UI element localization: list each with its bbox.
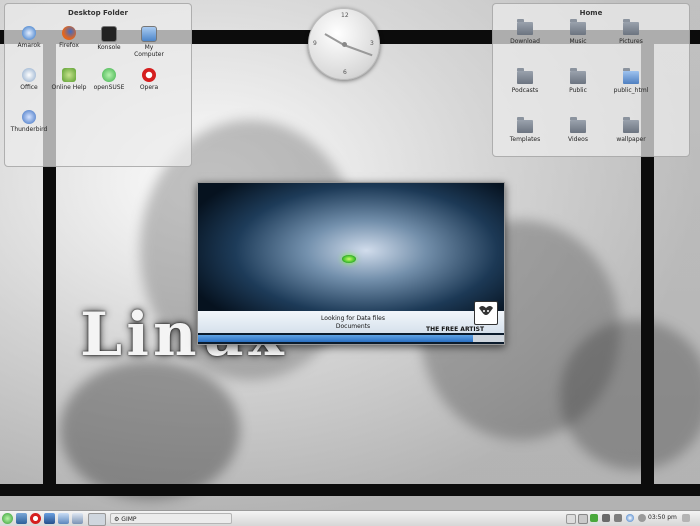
home-icon[interactable] <box>44 513 55 524</box>
opera-icon <box>142 68 156 82</box>
office-icon <box>22 68 36 82</box>
clock-numeral-9: 9 <box>313 40 317 47</box>
home-item-podcasts[interactable]: Podcasts <box>505 68 545 94</box>
application-splash-screen: Looking for Data files Documents THE FRE… <box>197 182 505 345</box>
taskbar-task-gimp[interactable]: ⚙ GIMP <box>110 513 232 524</box>
desktop-item-thunderbird[interactable]: Thunderbird <box>9 110 49 133</box>
wolf-eye <box>342 255 356 263</box>
clock-numeral-3: 3 <box>370 40 374 47</box>
desktop-folder-panel[interactable]: Desktop Folder Amarok Firefox Konsole My… <box>4 3 192 167</box>
gnu-logo-icon <box>474 301 498 325</box>
home-item-download[interactable]: Download <box>505 19 545 45</box>
home-item-videos[interactable]: Videos <box>558 117 598 143</box>
home-item-templates[interactable]: Templates <box>505 117 545 143</box>
firefox-icon <box>62 26 76 40</box>
tray-update-icon[interactable] <box>578 514 588 524</box>
desktop-item-online-help[interactable]: Online Help <box>49 68 89 91</box>
splash-progress-fill <box>198 335 474 342</box>
thunderbird-icon <box>22 110 36 124</box>
analog-clock-widget[interactable]: 12 3 6 9 <box>308 8 380 80</box>
taskbar: ⚙ GIMP 03:50 pm <box>0 510 700 526</box>
folder-icon <box>623 117 639 133</box>
desktop-item-my-computer[interactable]: My Computer <box>129 26 169 58</box>
konqueror-icon[interactable] <box>72 513 83 524</box>
folder-icon <box>570 117 586 133</box>
taskbar-clock[interactable]: 03:50 pm <box>648 514 677 521</box>
folder-icon <box>517 68 533 84</box>
start-menu-icon[interactable] <box>2 513 13 524</box>
opensuse-icon <box>102 68 116 82</box>
folder-icon <box>570 19 586 35</box>
desktop-item-konsole[interactable]: Konsole <box>89 26 129 51</box>
folder-icon <box>517 19 533 35</box>
folder-icon <box>623 68 639 84</box>
tray-browser-icon[interactable] <box>626 514 634 522</box>
folder-icon <box>570 68 586 84</box>
clock-numeral-6: 6 <box>343 69 347 76</box>
splash-brand-text: THE FREE ARTIST <box>426 326 485 333</box>
help-icon <box>62 68 76 82</box>
clock-numeral-12: 12 <box>341 12 349 19</box>
computer-icon <box>141 26 157 42</box>
home-item-wallpaper[interactable]: wallpaper <box>611 117 651 143</box>
home-item-pictures[interactable]: Pictures <box>611 19 651 45</box>
desktop-folder-title: Desktop Folder <box>68 9 128 17</box>
desktop-item-opera[interactable]: Opera <box>129 68 169 91</box>
splash-status-text: Looking for Data files Documents <box>321 315 385 330</box>
home-folder-title: Home <box>579 9 603 17</box>
tray-volume-icon[interactable] <box>614 514 622 522</box>
splash-progress-bar <box>198 335 504 342</box>
desktop-item-amarok[interactable]: Amarok <box>9 26 49 49</box>
desktop-item-firefox[interactable]: Firefox <box>49 26 89 49</box>
konsole-icon <box>101 26 117 42</box>
home-folder-panel[interactable]: Home Download Music Pictures Podcasts Pu… <box>492 3 690 157</box>
tray-clock-icon[interactable] <box>638 514 646 522</box>
tray-battery-icon[interactable] <box>602 514 610 522</box>
desktop-item-opensuse[interactable]: openSUSE <box>89 68 129 91</box>
folder-icon <box>517 117 533 133</box>
tray-network-icon[interactable] <box>590 514 598 522</box>
show-desktop-icon[interactable] <box>16 513 27 524</box>
amarok-icon <box>22 26 36 40</box>
clock-minute-hand <box>343 44 373 57</box>
opera-icon[interactable] <box>30 513 41 524</box>
folder-icon <box>623 19 639 35</box>
home-item-public[interactable]: Public <box>558 68 598 94</box>
home-item-public-html[interactable]: public_html <box>611 68 651 94</box>
mail-icon[interactable] <box>58 513 69 524</box>
desktop-item-office[interactable]: Office <box>9 68 49 91</box>
tray-clipboard-icon[interactable] <box>566 514 576 524</box>
tray-extra-icon[interactable] <box>682 514 690 522</box>
home-item-music[interactable]: Music <box>558 19 598 45</box>
pager-icon[interactable] <box>88 513 106 526</box>
